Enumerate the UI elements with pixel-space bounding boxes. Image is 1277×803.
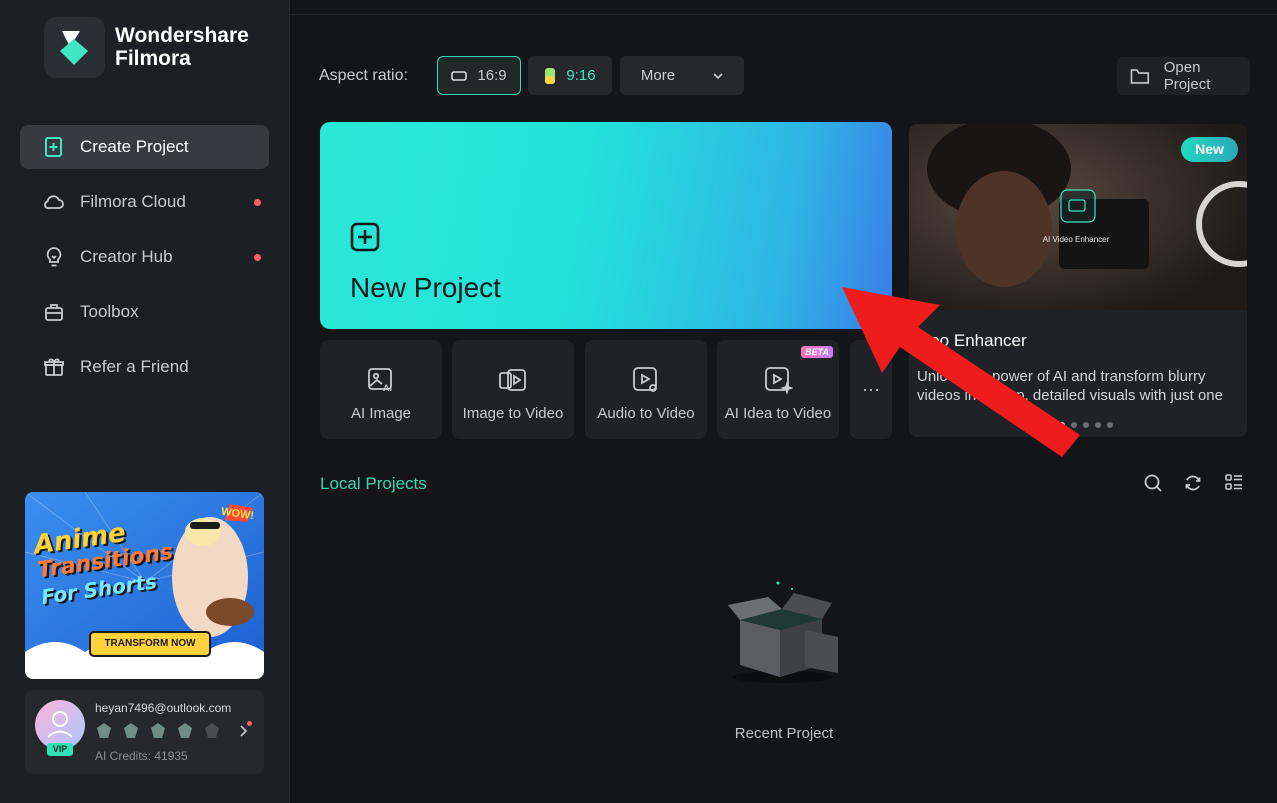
landscape-icon: [451, 70, 468, 81]
image-to-video-icon: [499, 369, 526, 391]
carousel-dot[interactable]: [1083, 422, 1089, 428]
sidebar-item-create-project[interactable]: Create Project: [20, 125, 269, 169]
sidebar-item-label: Creator Hub: [80, 247, 173, 266]
image-to-video-tool[interactable]: Image to Video: [452, 340, 574, 439]
vip-badge: VIP: [47, 743, 73, 756]
aspect-9-16-label: 9:16: [566, 67, 596, 84]
sidebar-item-toolbox[interactable]: Toolbox: [20, 290, 269, 334]
sidebar-item-label: Refer a Friend: [80, 357, 189, 376]
title-bar-divider: [290, 14, 1277, 15]
open-project-label: Open Project: [1163, 59, 1211, 93]
list-view-icon[interactable]: [1224, 473, 1244, 493]
notification-dot: [247, 721, 252, 726]
plus-square-icon: [350, 222, 380, 252]
carousel-dot[interactable]: [1095, 422, 1101, 428]
badge-icon: [205, 723, 219, 738]
new-badge: New: [1181, 137, 1238, 162]
audio-to-video-tool[interactable]: Audio to Video: [585, 340, 707, 439]
aspect-16-9-button[interactable]: 16:9: [437, 56, 521, 95]
refresh-icon[interactable]: [1183, 473, 1203, 493]
tool-label: AI Image: [350, 405, 412, 422]
notification-dot: [254, 199, 261, 206]
ai-credits: AI Credits: 41935: [95, 749, 188, 763]
sidebar-item-label: Toolbox: [80, 302, 139, 321]
user-email: heyan7496@outlook.com: [95, 701, 232, 715]
tool-label: AI Idea to Video: [724, 405, 832, 422]
aspect-9-16-button[interactable]: 9:16: [528, 56, 612, 95]
aspect-16-9-label: 16:9: [477, 67, 507, 84]
beta-badge: BETA: [801, 346, 833, 358]
carousel-dot[interactable]: [1107, 422, 1113, 428]
achievement-badges: [95, 722, 221, 740]
sidebar: Wondershare Filmora Create Project Filmo…: [0, 0, 290, 803]
chevron-down-icon: [713, 72, 723, 79]
tool-label: Audio to Video: [597, 405, 695, 422]
ai-image-icon: AI: [368, 368, 392, 393]
lightbulb-icon: [46, 247, 62, 267]
more-tools-button[interactable]: ···: [850, 340, 892, 439]
svg-text:AI: AI: [383, 383, 392, 393]
badge-icon: [97, 723, 111, 738]
sidebar-item-creator-hub[interactable]: Creator Hub: [20, 235, 269, 279]
overlay-label: AI Video Enhancer: [1042, 235, 1110, 244]
ai-idea-to-video-tool[interactable]: BETA AI Idea to Video: [717, 340, 839, 439]
badge-icon: [178, 723, 192, 738]
badge-icon: [124, 723, 138, 738]
sidebar-item-filmora-cloud[interactable]: Filmora Cloud: [20, 180, 269, 224]
sidebar-item-label: Create Project: [80, 137, 189, 156]
folder-icon: [1130, 68, 1150, 84]
sidebar-item-label: Filmora Cloud: [80, 192, 186, 211]
ai-image-tool[interactable]: AI AI Image: [320, 340, 442, 439]
new-project-title: New Project: [350, 272, 501, 303]
promo-cta-button[interactable]: TRANSFORM NOW: [89, 631, 211, 657]
carousel-dot[interactable]: [1071, 422, 1077, 428]
gift-icon: [44, 358, 64, 376]
feature-description: Unlock the power of AI and transform blu…: [917, 368, 1223, 404]
filmora-logo: [44, 17, 105, 78]
notification-dot: [254, 254, 261, 261]
brand-line-2: Filmora: [115, 47, 191, 70]
sidebar-item-refer-a-friend[interactable]: Refer a Friend: [20, 345, 269, 389]
chevron-right-icon[interactable]: [237, 724, 249, 738]
ai-idea-to-video-icon: [765, 367, 793, 395]
promo-banner-anime-transitions[interactable]: Anime Transitions For Shorts WOW! TRANSF…: [25, 492, 264, 679]
plus-square-icon: [45, 137, 62, 157]
badge-icon: [151, 723, 165, 738]
cloud-icon: [44, 195, 64, 209]
aspect-ratio-label: Aspect ratio:: [319, 67, 408, 84]
search-icon[interactable]: [1143, 473, 1163, 493]
feature-card-ai-video-enhancer[interactable]: AI Video Enhancer New ideo Enhancer Unlo…: [909, 124, 1247, 437]
empty-box-icon: [728, 581, 838, 683]
audio-to-video-icon: [633, 367, 657, 392]
feature-title: ideo Enhancer: [917, 331, 1027, 350]
aspect-more-dropdown[interactable]: More: [620, 56, 744, 95]
aspect-more-label: More: [640, 67, 676, 84]
portrait-icon: [545, 67, 556, 84]
local-projects-title: Local Projects: [320, 474, 427, 493]
new-project-card[interactable]: New Project: [320, 122, 892, 329]
tool-label: Image to Video: [462, 405, 564, 422]
carousel-dots[interactable]: [1059, 422, 1113, 428]
carousel-dot[interactable]: [1059, 422, 1065, 428]
open-project-button[interactable]: Open Project: [1117, 57, 1250, 95]
user-account-card[interactable]: VIP heyan7496@outlook.com AI Credits: 41…: [25, 690, 264, 774]
empty-state-label: Recent Project: [734, 725, 834, 742]
brand-name: Wondershare Filmora: [115, 24, 249, 70]
toolbox-icon: [45, 304, 63, 321]
brand-line-1: Wondershare: [115, 24, 249, 47]
